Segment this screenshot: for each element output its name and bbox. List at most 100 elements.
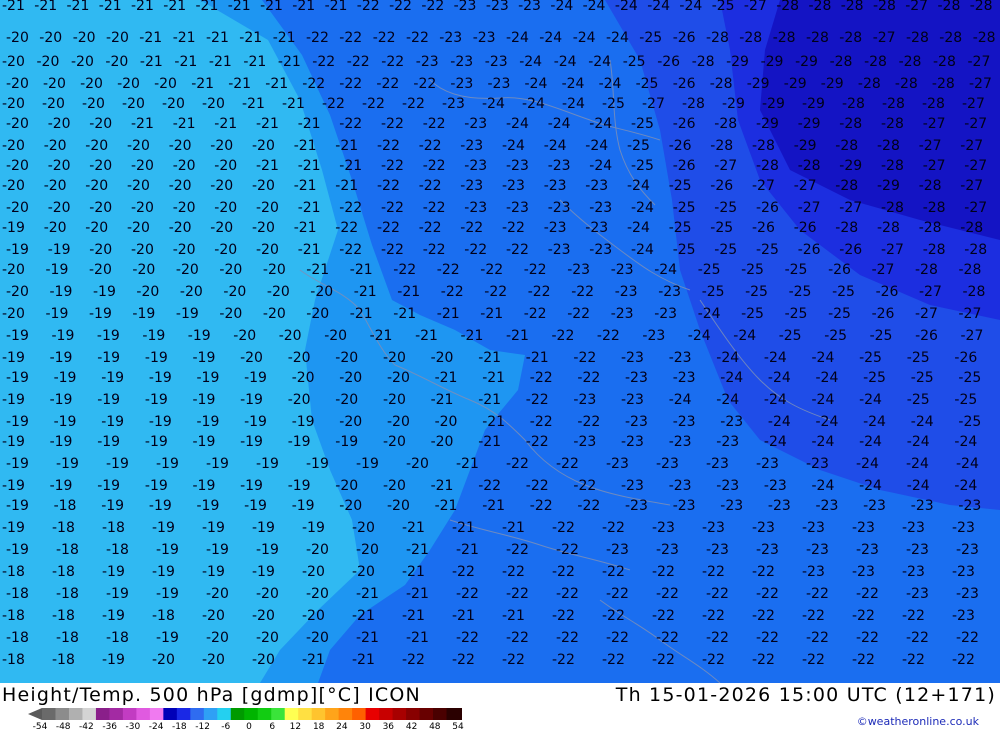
- scale-swatch: [136, 708, 151, 720]
- isotherm-label: -20: [131, 200, 154, 216]
- isotherm-label: -23: [716, 434, 739, 450]
- scale-swatch: [68, 708, 83, 720]
- isotherm-label: -24: [679, 0, 702, 14]
- isotherm-label: -28: [882, 96, 905, 112]
- isotherm-label: -20: [122, 96, 145, 112]
- isotherm-label: -20: [387, 370, 410, 386]
- isotherm-label: -27: [881, 242, 904, 258]
- isotherm-label: -22: [902, 608, 925, 624]
- isotherm-label: -29: [747, 76, 770, 92]
- isotherm-label: -22: [573, 350, 596, 366]
- isotherm-label: -21: [350, 306, 373, 322]
- isotherm-label: -28: [842, 96, 865, 112]
- isotherm-label: -22: [702, 564, 725, 580]
- isotherm-label: -25: [907, 350, 930, 366]
- isotherm-label: -22: [706, 630, 729, 646]
- isotherm-label: -22: [423, 200, 446, 216]
- isotherm-label: -23: [486, 0, 509, 14]
- isotherm-label: -22: [502, 564, 525, 580]
- isotherm-label: -19: [152, 564, 175, 580]
- isotherm-label: -23: [606, 542, 629, 558]
- isotherm-label: -24: [716, 350, 739, 366]
- isotherm-label: -28: [835, 220, 858, 236]
- isotherm-label: -19: [244, 370, 267, 386]
- isotherm-label: -24: [907, 478, 930, 494]
- isotherm-label: -19: [202, 520, 225, 536]
- isotherm-label: -21: [298, 116, 321, 132]
- isotherm-label: -20: [71, 54, 94, 70]
- isotherm-label: -18: [2, 652, 25, 668]
- isotherm-label: -23: [952, 608, 975, 624]
- isotherm-label: -20: [85, 138, 108, 154]
- isotherm-label: -28: [752, 138, 775, 154]
- isotherm-label: -23: [669, 434, 692, 450]
- weather-map: -21 -21 -21 -21 -21 -21 -21 -21 -21 -21 -21 -22 -22-…: [0, 0, 1000, 683]
- isotherm-label: -20: [206, 630, 229, 646]
- isotherm-label: -22: [393, 262, 416, 278]
- isotherm-label: -22: [506, 242, 529, 258]
- isotherm-label: -18: [52, 652, 75, 668]
- isotherm-label: -25: [789, 284, 812, 300]
- isotherm-label: -21: [478, 392, 501, 408]
- isotherm-label: -24: [506, 116, 529, 132]
- isotherm-label: -20: [288, 392, 311, 408]
- isotherm-label: -27: [642, 96, 665, 112]
- isotherm-label: -22: [421, 0, 444, 14]
- isotherm-label: -21: [435, 370, 458, 386]
- isotherm-label: -23: [442, 96, 465, 112]
- isotherm-label: -24: [539, 30, 562, 46]
- isotherm-label: -22: [852, 608, 875, 624]
- isotherm-label: -28: [959, 262, 982, 278]
- isotherm-label: -18: [56, 630, 79, 646]
- credit-link[interactable]: ©weatheronline.co.uk: [857, 715, 979, 728]
- isotherm-label: -20: [2, 96, 25, 112]
- isotherm-label: -24: [764, 392, 787, 408]
- isotherm-label: -27: [969, 76, 992, 92]
- isotherm-label: -20: [89, 242, 112, 258]
- isotherm-label: -24: [550, 0, 573, 14]
- scale-tick-label: -48: [55, 722, 71, 732]
- isotherm-label: -22: [906, 630, 929, 646]
- scale-tick-label: 0: [246, 722, 252, 732]
- isotherm-label: -24: [548, 116, 571, 132]
- isotherm-label: -28: [881, 158, 904, 174]
- isotherm-label: -22: [577, 498, 600, 514]
- isotherm-label: -21: [256, 116, 279, 132]
- isotherm-label: -18: [54, 498, 77, 514]
- isotherm-label: -22: [373, 30, 396, 46]
- isotherm-label: -20: [383, 392, 406, 408]
- scale-swatch: [298, 708, 313, 720]
- isotherm-label: -20: [219, 262, 242, 278]
- isotherm-label: -19: [97, 350, 120, 366]
- isotherm-label: -19: [102, 608, 125, 624]
- isotherm-label: -21: [456, 456, 479, 472]
- isotherm-label: -22: [802, 652, 825, 668]
- isotherm-label: -28: [895, 76, 918, 92]
- isotherm-label: -21: [480, 306, 503, 322]
- isotherm-label: -19: [240, 478, 263, 494]
- scale-tick-label: -36: [102, 722, 118, 732]
- isotherm-label: -28: [919, 220, 942, 236]
- isotherm-label: -22: [752, 564, 775, 580]
- isotherm-label: -28: [710, 76, 733, 92]
- isotherm-label: -19: [106, 586, 129, 602]
- isotherm-label: -25: [636, 76, 659, 92]
- isotherm-label: -21: [228, 76, 251, 92]
- isotherm-label: -19: [102, 652, 125, 668]
- isotherm-label: -20: [127, 220, 150, 236]
- isotherm-label: -22: [423, 242, 446, 258]
- isotherm-label: -19: [52, 328, 75, 344]
- isotherm-label: -25: [698, 262, 721, 278]
- isotherm-label: -19: [206, 542, 229, 558]
- isotherm-label: -20: [306, 306, 329, 322]
- isotherm-label: -23: [589, 200, 612, 216]
- isotherm-label: -22: [552, 608, 575, 624]
- isotherm-label: -20: [2, 178, 25, 194]
- isotherm-label: -20: [263, 306, 286, 322]
- isotherm-label: -23: [652, 520, 675, 536]
- isotherm-label: -19: [97, 478, 120, 494]
- isotherm-label: -20: [256, 586, 279, 602]
- isotherm-label: -24: [589, 158, 612, 174]
- isotherm-label: -21: [406, 542, 429, 558]
- isotherm-label: -24: [562, 76, 585, 92]
